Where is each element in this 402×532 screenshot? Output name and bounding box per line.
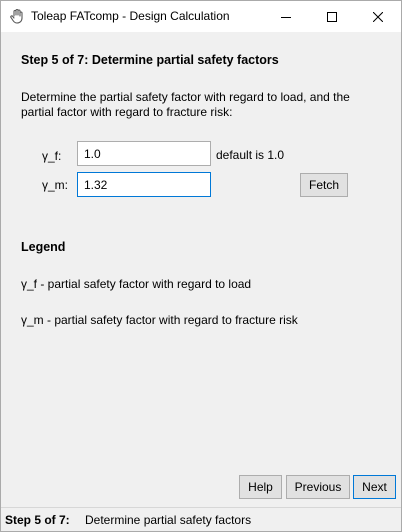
app-window: Toleap FATcomp - Design Calculation Step… (0, 0, 402, 532)
legend-title: Legend (21, 240, 66, 254)
status-step-text: Determine partial safety factors (85, 513, 252, 527)
close-icon (373, 11, 383, 22)
maximize-icon (327, 11, 337, 22)
maximize-button[interactable] (309, 1, 355, 32)
help-button[interactable]: Help (239, 475, 282, 499)
legend-item-gamma-f: γ_f - partial safety factor with regard … (21, 277, 252, 291)
gamma-f-input[interactable] (77, 141, 211, 166)
fetch-button[interactable]: Fetch (300, 173, 348, 197)
status-step-label: Step 5 of 7: (5, 513, 70, 527)
previous-button[interactable]: Previous (286, 475, 350, 499)
next-button[interactable]: Next (353, 475, 396, 499)
page-title: Step 5 of 7: Determine partial safety fa… (21, 53, 279, 67)
gamma-f-label: γ_f: (42, 149, 62, 163)
hand-icon (9, 8, 25, 24)
wizard-page: Step 5 of 7: Determine partial safety fa… (1, 32, 401, 507)
status-bar: Step 5 of 7: Determine partial safety fa… (1, 507, 401, 531)
gamma-m-label: γ_m: (42, 178, 69, 192)
close-button[interactable] (355, 1, 401, 32)
gamma-f-default-hint: default is 1.0 (216, 148, 285, 162)
legend-item-gamma-m: γ_m - partial safety factor with regard … (21, 313, 298, 327)
minimize-icon (281, 12, 291, 22)
step-description: Determine the partial safety factor with… (21, 90, 350, 119)
title-bar[interactable]: Toleap FATcomp - Design Calculation (1, 1, 401, 32)
minimize-button[interactable] (263, 1, 309, 32)
window-title: Toleap FATcomp - Design Calculation (31, 9, 230, 23)
gamma-m-input[interactable] (77, 172, 211, 197)
